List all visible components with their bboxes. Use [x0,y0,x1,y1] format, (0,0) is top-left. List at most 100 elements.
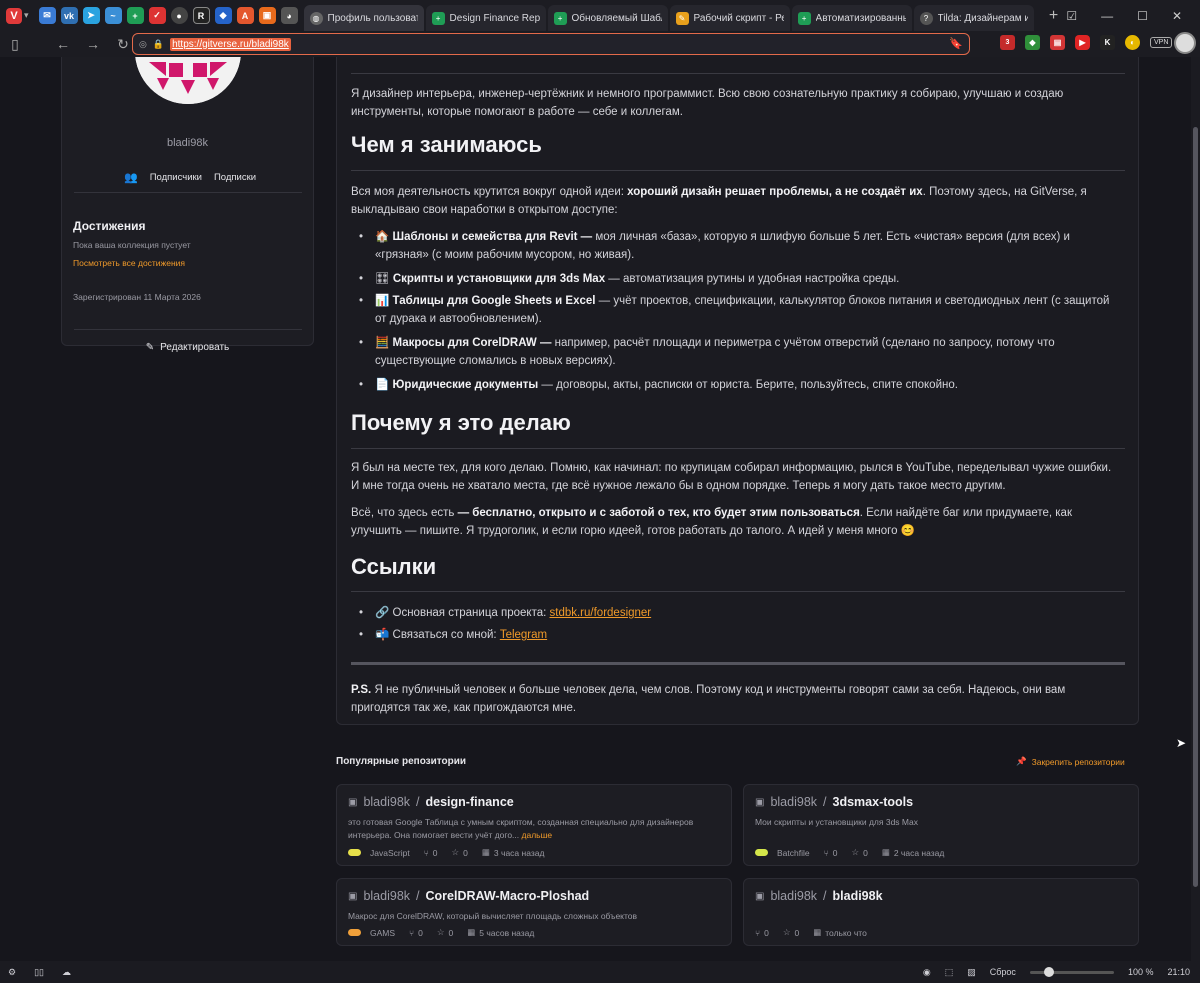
list-item: 🏠 Шаблоны и семейства для Revit — моя ли… [359,229,1119,264]
repo-language: JavaScript [348,848,410,858]
minimize-icon[interactable]: — [1101,9,1113,23]
sidebar-toggle-icon[interactable]: ▯ [0,36,30,53]
tab-template[interactable]: + Обновляемый Шаблон у [547,5,668,31]
text: 0 [448,927,454,938]
text: 0 [418,927,423,938]
pin-repos-button[interactable]: 📌 Закрепить репозитории [1016,756,1125,767]
text: 0 [863,847,868,858]
bird-icon[interactable]: ~ [104,7,122,24]
bold-text: Шаблоны и семейства для Revit — [392,231,593,243]
repo-title[interactable]: ▣ bladi98k / design-finance [348,795,514,809]
page-actions-icon[interactable]: ▨ [967,967,976,978]
scrollbar[interactable] [1191,57,1200,961]
github-icon[interactable]: ● [170,7,188,24]
repo-title[interactable]: ▣ bladi98k / CorelDRAW-Macro-Ploshad [348,889,589,903]
edit-button[interactable]: ✎ Редактировать [62,342,313,353]
tab-tilda[interactable]: ? Tilda: Дизайнерам и студ [913,5,1034,31]
calendar-icon: ▦ [467,927,476,937]
fork-count: ⑂ 0 [424,848,438,858]
updated-time: ▦ только что [813,927,867,938]
language-dot [348,849,361,856]
profile-avatar[interactable] [1174,32,1196,54]
url-field[interactable]: ◎ 🔒 https://gitverse.ru/bladi98k 🔖 [132,33,970,55]
new-tab-button[interactable]: + [1044,7,1064,25]
what-paragraph: Вся моя деятельность крутится вокруг одн… [351,184,1121,219]
tab-profile[interactable]: ◍ Профиль пользователя G [303,5,424,31]
telegram-link[interactable]: Telegram [500,629,547,641]
repo-name[interactable]: CorelDRAW-Macro-Ploshad [426,889,590,903]
text: 2 часа назад [893,847,945,858]
ublock-icon[interactable]: 3 [1000,35,1015,50]
back-icon[interactable]: ← [48,36,78,52]
achievements-title: Достижения [73,219,146,233]
tab-title: Design Finance Repository [449,12,540,24]
avatar [135,57,241,104]
shield-icon[interactable]: ◆ [214,7,232,24]
script-icon[interactable]: ▣ [258,7,276,24]
divider [74,329,302,330]
zoom-slider-knob[interactable] [1043,966,1054,977]
repo-title[interactable]: ▣ bladi98k / bladi98k [755,889,883,903]
puzzle-icon[interactable]: ◆ [1025,35,1040,50]
chart-icon: 📊 [375,295,390,307]
bookmark-icon[interactable]: 🔖 [949,37,963,50]
tab-automated[interactable]: + Автоматизированный Ка [791,5,912,31]
fork-count: ⑂ 0 [755,928,769,938]
sheets-icon[interactable]: + [126,7,144,24]
project-link[interactable]: stdbk.ru/fordesigner [550,607,652,619]
settings-icon[interactable]: ⚙ [8,967,16,978]
tab-menu-icon[interactable]: ☑ [1066,9,1077,23]
repo-name[interactable]: design-finance [426,795,514,809]
tiling-icon[interactable]: ⬚ [945,967,954,978]
achievements-link[interactable]: Посмотреть все достижения [73,258,185,268]
mail-icon[interactable]: ✉ [38,7,56,24]
vivaldi-menu-button[interactable]: V ▾ [0,0,39,31]
tab-design-finance[interactable]: + Design Finance Repository [425,5,546,31]
mouse-cursor-icon: ➤ [1176,736,1187,750]
repo-card[interactable]: ▣ bladi98k / bladi98k ⑂ 0 ☆ 0 ▦ только что [743,878,1139,946]
bold-text: Юридические документы [392,379,539,391]
url-text[interactable]: https://gitverse.ru/bladi98k [170,37,291,51]
pdf-icon[interactable]: ▤ [1050,35,1065,50]
tab-title: Автоматизированный Ка [815,12,906,24]
panel-toggle-icon[interactable]: ▯▯ [34,967,44,978]
todo-icon[interactable]: ✓ [148,7,166,24]
close-icon[interactable]: ✕ [1172,9,1182,23]
heading-what: Чем я занимаюсь [351,132,542,157]
forward-icon[interactable]: → [78,36,108,52]
cloud-icon[interactable]: ☁ [62,967,71,978]
youtube-icon[interactable]: ▶ [1075,35,1090,50]
following-link[interactable]: Подписки [214,172,256,183]
vk-icon[interactable]: vk [60,7,78,24]
tab-title: Профиль пользователя G [327,12,418,24]
repo-name[interactable]: 3dsmax-tools [833,795,914,809]
repo-card[interactable]: ▣ bladi98k / 3dsmax-tools Мои скрипты и … [743,784,1139,866]
list-item: 🎛 Скрипты и установщики для 3ds Max — ав… [359,271,1119,289]
maximize-icon[interactable]: ☐ [1137,9,1148,23]
a-icon[interactable]: A [236,7,254,24]
identicon-icon [135,57,241,104]
followers-link[interactable]: Подписчики [150,172,202,183]
reset-zoom-button[interactable]: Сброс [990,967,1016,977]
chevron-down-icon: ▾ [24,10,29,20]
telegram-icon[interactable]: ➤ [82,7,100,24]
page-content: bladi98k 👥 Подписчики Подписки Достижени… [0,57,1200,961]
repo-card[interactable]: ▣ bladi98k / design-finance это готовая … [336,784,732,866]
more-link[interactable]: дальше [522,830,553,840]
capture-icon[interactable]: ◉ [923,967,931,978]
k-icon[interactable]: K [1100,35,1115,50]
calendar-icon: ▦ [481,847,490,857]
tab-script[interactable]: ✎ Рабочий скрипт - Редакт [669,5,790,31]
cat-icon[interactable]: ◕ [280,7,298,24]
vpn-button[interactable]: VPN [1150,37,1173,48]
repo-name[interactable]: bladi98k [833,889,883,903]
coin-icon[interactable]: ◐ [1125,35,1140,50]
r-icon[interactable]: R [192,7,210,24]
sheets-icon: + [553,11,567,25]
zoom-slider[interactable] [1029,966,1114,977]
repo-card[interactable]: ▣ bladi98k / CorelDRAW-Macro-Ploshad Мак… [336,878,732,946]
site-info-icon[interactable]: ◎ [139,39,147,50]
scrollbar-thumb[interactable] [1193,127,1198,887]
list-item: 📬 Связаться со мной: Telegram [359,627,1119,645]
repo-title[interactable]: ▣ bladi98k / 3dsmax-tools [755,795,913,809]
